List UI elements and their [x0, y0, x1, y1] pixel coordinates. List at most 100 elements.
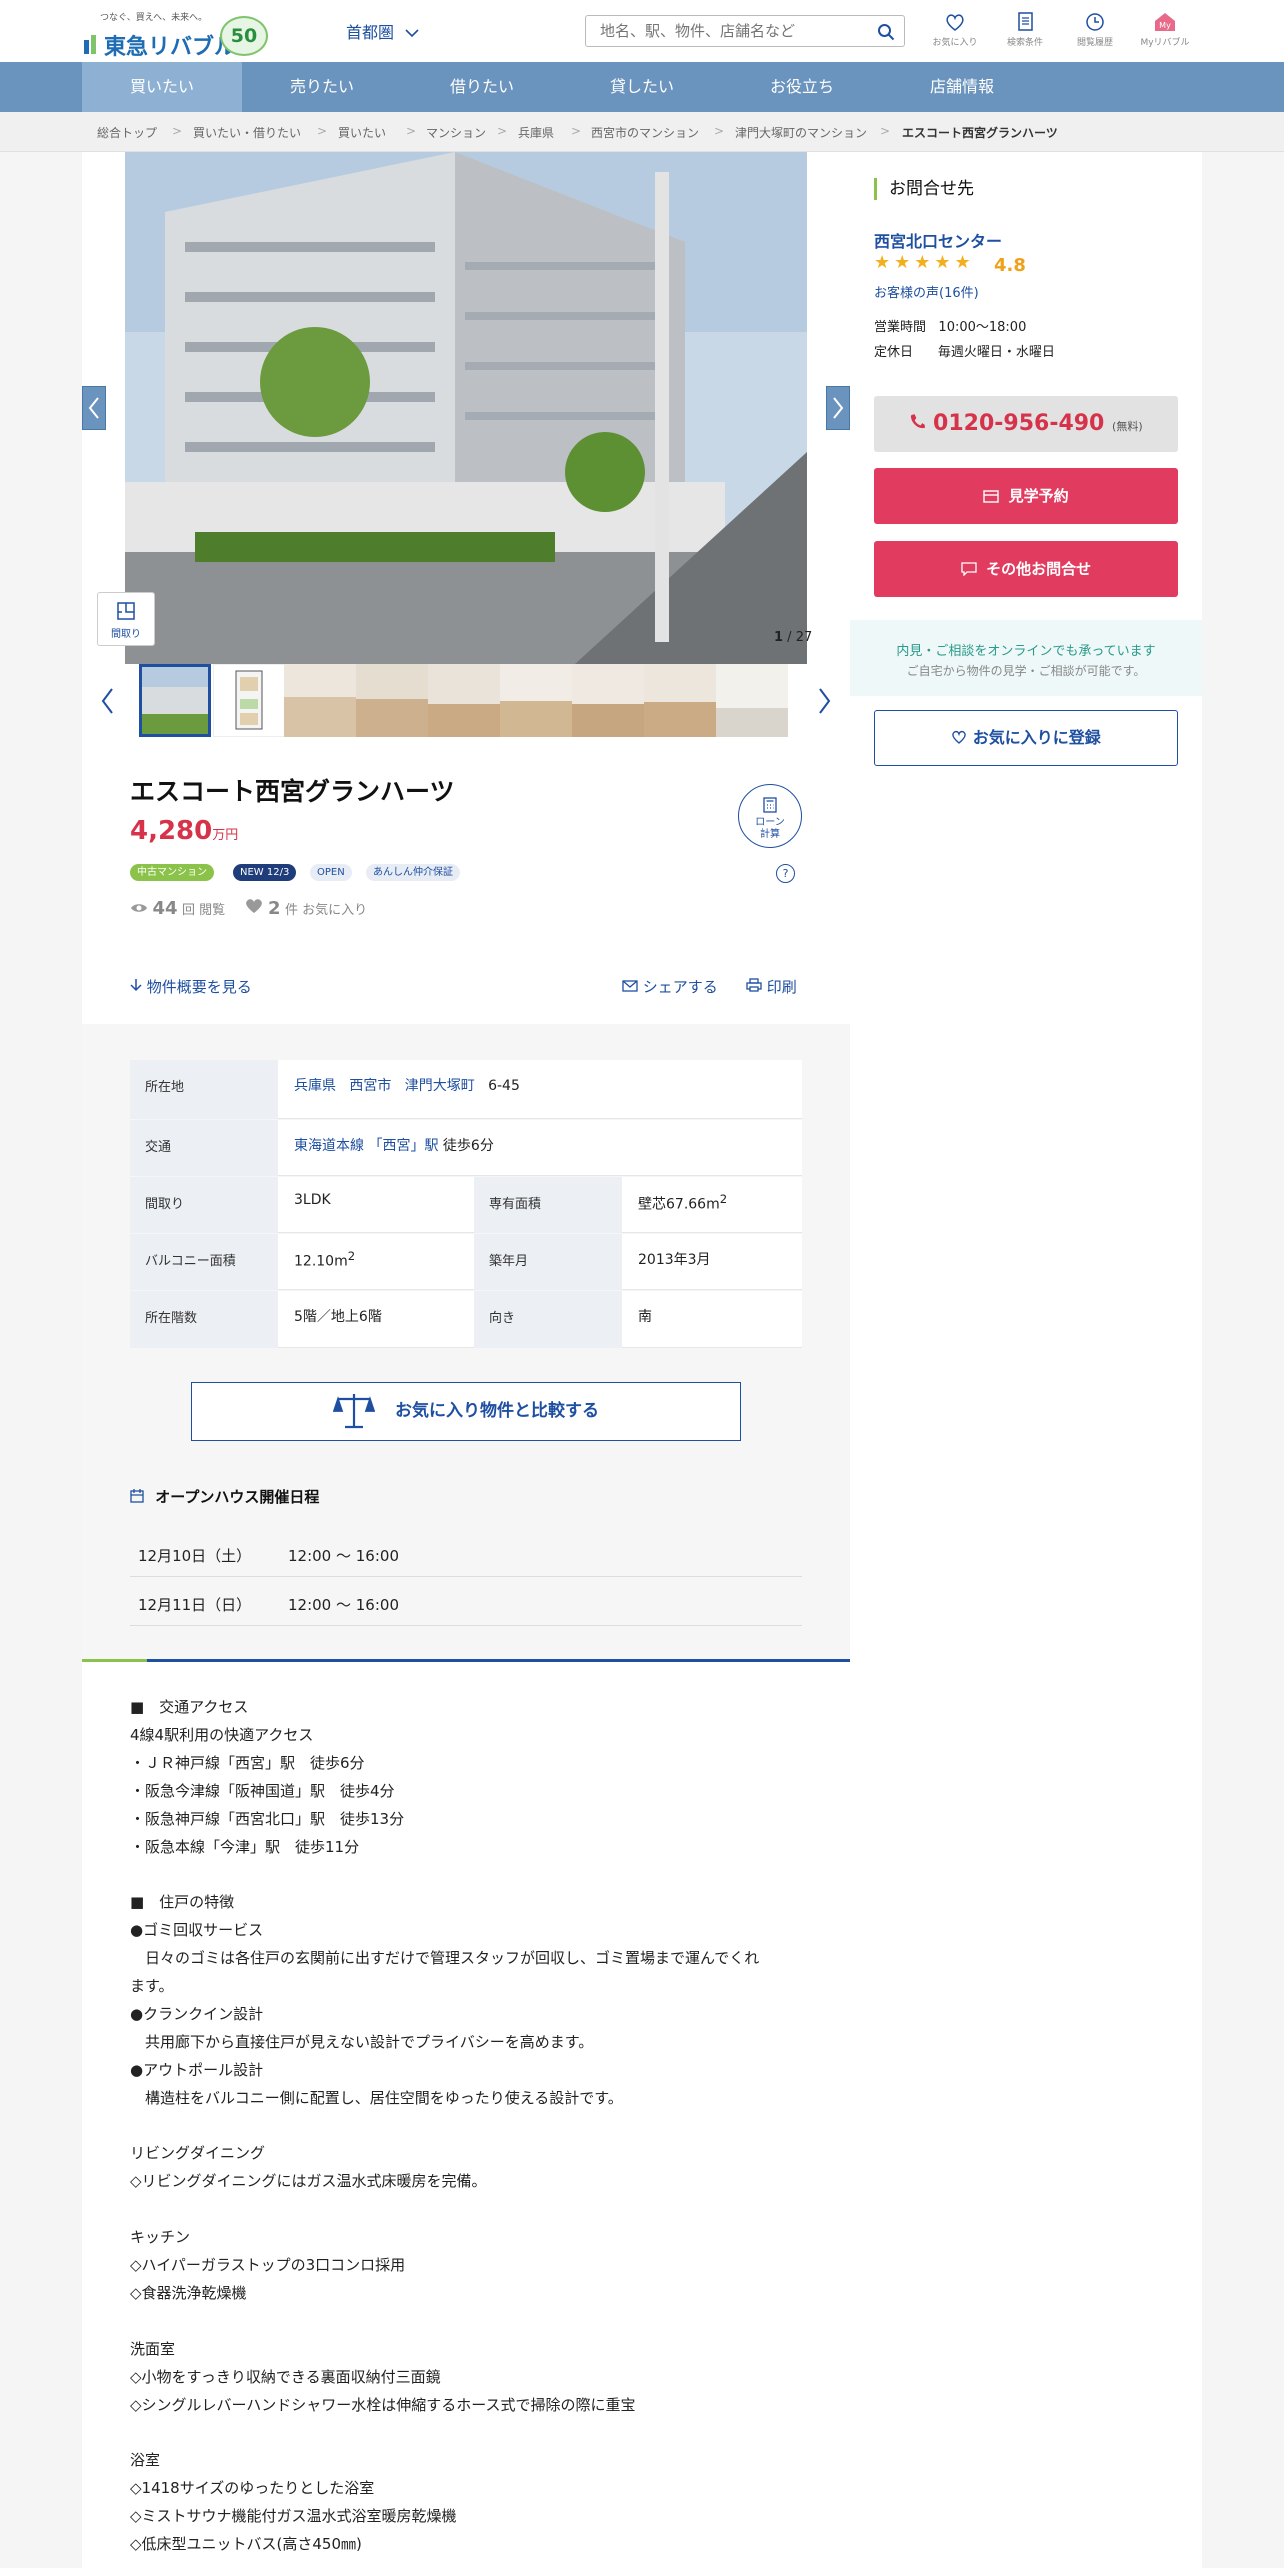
property-description: ■ 交通アクセス 4線4駅利用の快適アクセス ・ＪＲ神戸線「西宮」駅 徒歩6分 ・阪急…: [130, 1694, 810, 2559]
description-line: 日々のゴミは各住戸の玄関前に出すだけで管理スタッフが回収し、ゴミ置場まで運んでく…: [130, 1949, 760, 1968]
rating-stars: ★★★★★: [874, 252, 975, 273]
customer-voice-link[interactable]: お客様の声(16件): [874, 282, 979, 301]
loan-calculator-button[interactable]: ローン 計算: [738, 784, 802, 848]
my-livable-link[interactable]: My Myリバブル: [1132, 11, 1198, 48]
spec-location-town[interactable]: 津門大塚町: [405, 1078, 475, 1094]
openhouse-heading: オープンハウス開催日程: [130, 1486, 319, 1507]
description-line: [130, 2113, 810, 2141]
history-link[interactable]: 閲覧履歴: [1062, 11, 1128, 48]
section-divider: [82, 1659, 850, 1662]
gallery-prev-button[interactable]: [82, 386, 106, 430]
building-photo-image: [125, 152, 807, 664]
favorites-link[interactable]: お気に入り: [922, 11, 988, 48]
chevron-left-icon: [88, 397, 99, 419]
thumbnail-room[interactable]: [500, 664, 572, 737]
share-button[interactable]: シェアする: [622, 976, 718, 997]
spec-built-label: 築年月: [474, 1234, 622, 1290]
other-inquiry-button[interactable]: その他お問合せ: [874, 541, 1178, 597]
business-hours: 営業時間 10:00～18:00: [874, 316, 1026, 335]
nav-shops[interactable]: 店舗情報: [882, 62, 1042, 112]
thumbnail-room[interactable]: [644, 664, 716, 737]
shop-name[interactable]: 西宮北口センター: [874, 228, 1002, 252]
spec-location-city[interactable]: 西宮市: [349, 1078, 391, 1094]
spec-area-label: 専有面積: [474, 1177, 622, 1233]
thumbnail-room[interactable]: [428, 664, 500, 737]
gallery-next-button[interactable]: [826, 386, 850, 430]
loan-label-1: ローン: [755, 817, 785, 828]
thumbnail-room[interactable]: [284, 664, 356, 737]
favorites-count-label: 件 お気に入り: [285, 903, 368, 918]
spec-traffic-station[interactable]: 「西宮」駅: [368, 1138, 438, 1154]
floorplan-button[interactable]: 間取り: [97, 592, 155, 646]
phone-button[interactable]: 0120-956-490 (無料): [874, 396, 1178, 452]
nav-lease[interactable]: 貸したい: [562, 62, 722, 112]
breadcrumb-separator: >: [880, 124, 891, 138]
document-icon: [1018, 12, 1033, 31]
breadcrumb-item[interactable]: 買いたい: [338, 124, 386, 141]
nav-useful[interactable]: お役立ち: [722, 62, 882, 112]
favorites-count: 2: [268, 898, 281, 919]
breadcrumb-item[interactable]: マンション: [426, 124, 486, 141]
visit-reservation-button[interactable]: 見学予約: [874, 468, 1178, 524]
description-line: [130, 2196, 810, 2224]
breadcrumb: 総合トップ > 買いたい・借りたい > 買いたい > マンション > 兵庫県 >…: [0, 112, 1284, 152]
main-photo[interactable]: [125, 152, 807, 664]
description-line: [130, 1861, 810, 1889]
spec-traffic-label: 交通: [130, 1120, 278, 1176]
online-consult-banner[interactable]: 内見・ご相談をオンラインでも承っています ご自宅から物件の見学・ご相談が可能です…: [850, 620, 1202, 696]
site-logo[interactable]: つなぐ、買えへ、未来へ。 東急リバブル 50: [82, 10, 272, 60]
printer-icon: [746, 978, 762, 992]
breadcrumb-separator: >: [497, 124, 508, 138]
description-line: ●クランクイン設計: [130, 2004, 264, 2023]
print-button[interactable]: 印刷: [746, 976, 797, 997]
description-line: キッチン: [130, 2228, 191, 2247]
heart-icon: [245, 899, 262, 913]
photo-total: 27: [795, 630, 813, 645]
description-line: ◇ハイパーガラストップの3口コンロ採用: [130, 2256, 406, 2275]
floorplan-icon: [117, 602, 135, 620]
search-conditions-link[interactable]: 検索条件: [992, 11, 1058, 48]
sidebar-heading: お問合せ先: [874, 178, 974, 200]
history-label: 閲覧履歴: [1076, 38, 1113, 48]
overview-link[interactable]: 物件概要を見る: [130, 976, 252, 997]
thumbnail-prev-icon[interactable]: [98, 686, 118, 716]
thumbnail-next-icon[interactable]: [814, 686, 834, 716]
help-icon[interactable]: ?: [776, 864, 795, 883]
description-line: ◇リビングダイニングにはガス温水式床暖房を完備。: [130, 2172, 487, 2191]
spec-area-text: 壁芯67.66m: [638, 1196, 720, 1213]
breadcrumb-separator: >: [172, 124, 183, 138]
description-line: 構造柱をバルコニー側に配置し、居住空間をゆったり使える設計です。: [130, 2088, 623, 2107]
nav-sell[interactable]: 売りたい: [242, 62, 402, 112]
search-icon[interactable]: [877, 23, 895, 41]
phone-note: (無料): [1112, 420, 1143, 433]
thumbnail-floorplan[interactable]: [213, 664, 285, 737]
breadcrumb-separator: >: [714, 124, 725, 138]
spec-traffic-line[interactable]: 東海道本線: [294, 1138, 364, 1154]
nav-rent[interactable]: 借りたい: [402, 62, 562, 112]
description-line: 共用廊下から直接住戸が見えない設計でプライバシーを高めます。: [130, 2032, 594, 2051]
scale-icon: [332, 1394, 376, 1429]
breadcrumb-item[interactable]: 西宮市のマンション: [591, 124, 699, 141]
rating-value: 4.8: [994, 255, 1026, 276]
nav-buy[interactable]: 買いたい: [82, 62, 242, 112]
breadcrumb-item[interactable]: 津門大塚町のマンション: [735, 124, 867, 141]
compare-button[interactable]: お気に入り物件と比較する: [191, 1382, 741, 1441]
spec-location-pref[interactable]: 兵庫県: [294, 1078, 336, 1094]
thumbnail-room[interactable]: [716, 664, 788, 737]
spec-balcony-sup: 2: [347, 1249, 356, 1263]
global-nav: 買いたい 売りたい 借りたい 貸したい お役立ち 店舗情報: [0, 62, 1284, 112]
thumbnail-room[interactable]: [356, 664, 428, 737]
add-favorite-button[interactable]: お気に入りに登録: [874, 710, 1178, 766]
breadcrumb-item[interactable]: 総合トップ: [97, 124, 157, 141]
breadcrumb-item[interactable]: 買いたい・借りたい: [193, 124, 301, 141]
property-stats: 44 回 閲覧 2 件 お気に入り: [130, 898, 367, 919]
calendar-icon: [983, 490, 1000, 503]
thumbnail-building[interactable]: [139, 664, 211, 737]
clock-icon: [1086, 13, 1104, 31]
region-selector[interactable]: 首都圏: [346, 19, 419, 43]
breadcrumb-item[interactable]: 兵庫県: [518, 124, 554, 141]
description-line: ■ 住戸の特徴: [130, 1893, 235, 1912]
description-line: ●アウトポール設計: [130, 2060, 264, 2079]
thumbnail-room[interactable]: [572, 664, 644, 737]
search-input[interactable]: [586, 16, 856, 46]
